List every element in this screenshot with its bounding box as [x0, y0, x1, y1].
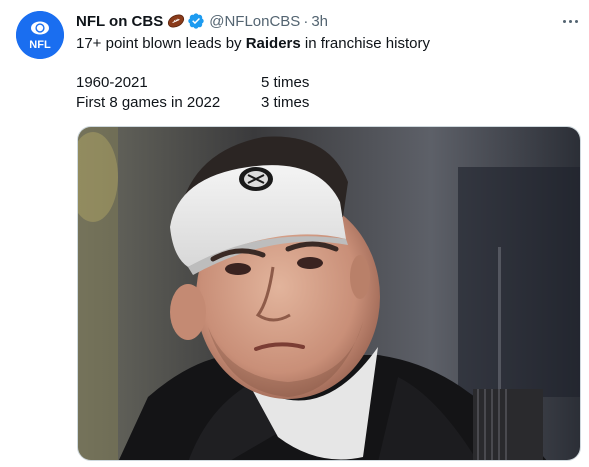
- stat-label: 1960-2021: [76, 74, 148, 91]
- stat-row: First 8 games in 2022 3 times: [76, 93, 309, 113]
- tweet-text-bold: Raiders: [245, 35, 301, 52]
- tweet[interactable]: NFL NFL on CBS @NFLonCBS · 3h 17+ point …: [0, 0, 589, 467]
- stat-value: 3 times: [261, 94, 310, 111]
- more-options-icon[interactable]: [558, 12, 582, 30]
- tweet-stats: 1960-2021 5 times First 8 games in 2022 …: [76, 73, 309, 113]
- tweet-text-part: 17+ point blown leads by: [76, 35, 246, 52]
- stat-value: 5 times: [261, 74, 310, 91]
- tweet-text-part: in franchise history: [300, 35, 430, 52]
- tweet-photo[interactable]: [77, 126, 581, 461]
- stat-row: 1960-2021 5 times: [76, 73, 309, 93]
- display-name[interactable]: NFL on CBS: [76, 13, 163, 30]
- separator-dot: ·: [303, 12, 309, 30]
- tweet-text: 17+ point blown leads by Raiders in fran…: [76, 34, 430, 53]
- tweet-header: NFL on CBS @NFLonCBS · 3h: [76, 11, 328, 31]
- verified-badge-icon: [187, 12, 205, 30]
- football-icon: [167, 14, 185, 28]
- coach-photo: [78, 127, 580, 460]
- author-handle[interactable]: @NFLonCBS: [209, 13, 300, 30]
- stat-label: First 8 games in 2022: [76, 94, 221, 111]
- tweet-timestamp[interactable]: 3h: [311, 13, 328, 30]
- cbs-nfl-logo-icon: NFL: [16, 11, 64, 59]
- avatar[interactable]: NFL: [16, 11, 64, 59]
- avatar-text: NFL: [29, 39, 51, 51]
